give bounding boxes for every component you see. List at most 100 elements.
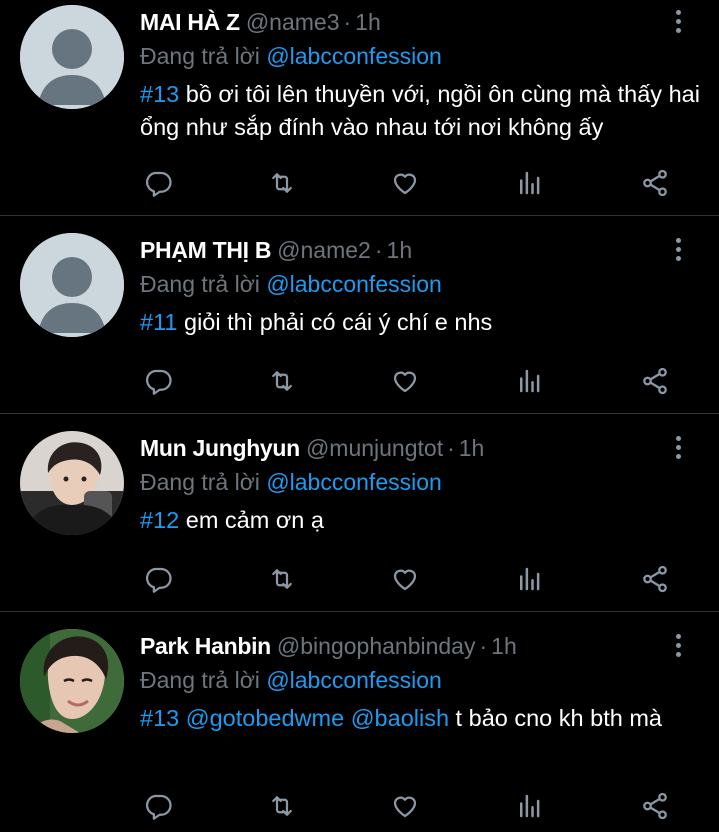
like-button[interactable] (387, 165, 423, 201)
hashtag[interactable]: #13 (140, 81, 179, 107)
retweet-button[interactable] (264, 561, 300, 597)
author-name[interactable]: Mun Junghyun (140, 435, 300, 461)
separator-dot: · (343, 9, 352, 35)
divider (0, 413, 719, 414)
share-button[interactable] (637, 788, 673, 824)
reply-button[interactable] (140, 561, 176, 597)
retweet-icon (272, 569, 292, 589)
analytics-icon (520, 794, 540, 818)
retweet-icon (272, 371, 292, 391)
more-icon[interactable] (670, 632, 686, 662)
tweet-header: MAI HÀ Z @name3 · 1h (140, 7, 381, 37)
analytics-button[interactable] (512, 561, 548, 597)
replying-label: Đang trả lời (140, 469, 260, 495)
avatar-photo[interactable] (20, 431, 124, 535)
like-button[interactable] (387, 363, 423, 399)
share-icon (643, 565, 667, 593)
tweet-body: em cảm ơn ạ (179, 507, 324, 533)
hashtag[interactable]: #13 (140, 705, 179, 731)
more-icon[interactable] (670, 236, 686, 266)
tweet-time[interactable]: 1h (387, 237, 413, 263)
more-icon[interactable] (670, 434, 686, 464)
replying-mention[interactable]: @labcconfession (266, 43, 442, 69)
action-bar (140, 561, 680, 597)
author-name[interactable]: MAI HÀ Z (140, 9, 240, 35)
replying-to: Đang trả lời @labcconfession (140, 269, 442, 299)
avatar-photo[interactable] (20, 629, 124, 733)
action-bar (140, 165, 680, 201)
default-avatar-icon (20, 233, 124, 337)
share-button[interactable] (637, 363, 673, 399)
action-bar (140, 363, 680, 399)
share-button[interactable] (637, 561, 673, 597)
analytics-icon (520, 567, 540, 591)
like-icon (393, 173, 417, 195)
divider (0, 215, 719, 216)
mention-link[interactable]: @gotobedwme (179, 705, 344, 731)
reply-button[interactable] (140, 363, 176, 399)
separator-dot: · (374, 237, 383, 263)
replying-label: Đang trả lời (140, 667, 260, 693)
replying-mention[interactable]: @labcconfession (266, 271, 442, 297)
reply-feed: MAI HÀ Z @name3 · 1h Đang trả lời @labcconf… (0, 0, 719, 832)
replying-to: Đang trả lời @labcconfession (140, 467, 442, 497)
hashtag[interactable]: #12 (140, 507, 179, 533)
author-handle[interactable]: @bingophanbinday (277, 633, 476, 659)
analytics-button[interactable] (512, 363, 548, 399)
share-button[interactable] (637, 165, 673, 201)
tweet-text: #11 giỏi thì phải có cái ý chí e nhs (140, 306, 700, 339)
retweet-button[interactable] (264, 363, 300, 399)
avatar-default[interactable] (20, 5, 124, 109)
reply-icon (145, 567, 172, 593)
like-icon (393, 371, 417, 393)
retweet-button[interactable] (264, 165, 300, 201)
tweet-time[interactable]: 1h (355, 9, 381, 35)
author-handle[interactable]: @munjungtot (306, 435, 443, 461)
like-icon (393, 569, 417, 591)
replying-label: Đang trả lời (140, 43, 260, 69)
tweet-text: #13 bồ ơi tôi lên thuyền với, ngồi ôn cù… (140, 78, 700, 144)
author-name[interactable]: PHẠM THỊ B (140, 237, 271, 263)
tweet-header: Mun Junghyun @munjungtot · 1h (140, 433, 484, 463)
share-icon (643, 792, 667, 820)
tweet-card[interactable]: MAI HÀ Z @name3 · 1h Đang trả lời @labcconf… (0, 0, 719, 215)
tweet-time[interactable]: 1h (491, 633, 517, 659)
tweet-body: bồ ơi tôi lên thuyền với, ngồi ôn cùng m… (140, 81, 700, 140)
tweet-card[interactable]: PHẠM THỊ B @name2 · 1h Đang trả lời @labcco… (0, 228, 719, 413)
author-handle[interactable]: @name3 (246, 9, 340, 35)
author-handle[interactable]: @name2 (277, 237, 371, 263)
like-icon (393, 796, 417, 818)
replying-mention[interactable]: @labcconfession (266, 469, 442, 495)
hashtag[interactable]: #11 (140, 309, 177, 335)
analytics-icon (520, 369, 540, 393)
tweet-card[interactable]: Mun Junghyun @munjungtot · 1h Đang trả lời … (0, 426, 719, 611)
like-button[interactable] (387, 561, 423, 597)
avatar-default[interactable] (20, 233, 124, 337)
tweet-time[interactable]: 1h (459, 435, 485, 461)
action-bar (140, 788, 680, 824)
retweet-button[interactable] (264, 788, 300, 824)
mention-link[interactable]: @baolish (344, 705, 449, 731)
author-name[interactable]: Park Hanbin (140, 633, 271, 659)
separator-dot: · (447, 435, 455, 461)
replying-label: Đang trả lời (140, 271, 260, 297)
reply-button[interactable] (140, 165, 176, 201)
separator-dot: · (479, 633, 488, 659)
analytics-button[interactable] (512, 788, 548, 824)
share-icon (643, 367, 667, 395)
retweet-icon (272, 796, 292, 816)
reply-button[interactable] (140, 788, 176, 824)
replying-mention[interactable]: @labcconfession (266, 667, 442, 693)
tweet-header: Park Hanbin @bingophanbinday · 1h (140, 631, 517, 661)
analytics-icon (520, 171, 540, 195)
retweet-icon (272, 173, 292, 193)
tweet-body: t bảo cno kh bth mà (449, 705, 662, 731)
default-avatar-icon (20, 5, 124, 109)
reply-icon (145, 794, 172, 820)
tweet-card[interactable]: Park Hanbin @bingophanbinday · 1h Đang trả … (0, 624, 719, 832)
divider (0, 611, 719, 612)
more-icon[interactable] (670, 8, 686, 38)
reply-icon (145, 369, 172, 395)
like-button[interactable] (387, 788, 423, 824)
analytics-button[interactable] (512, 165, 548, 201)
